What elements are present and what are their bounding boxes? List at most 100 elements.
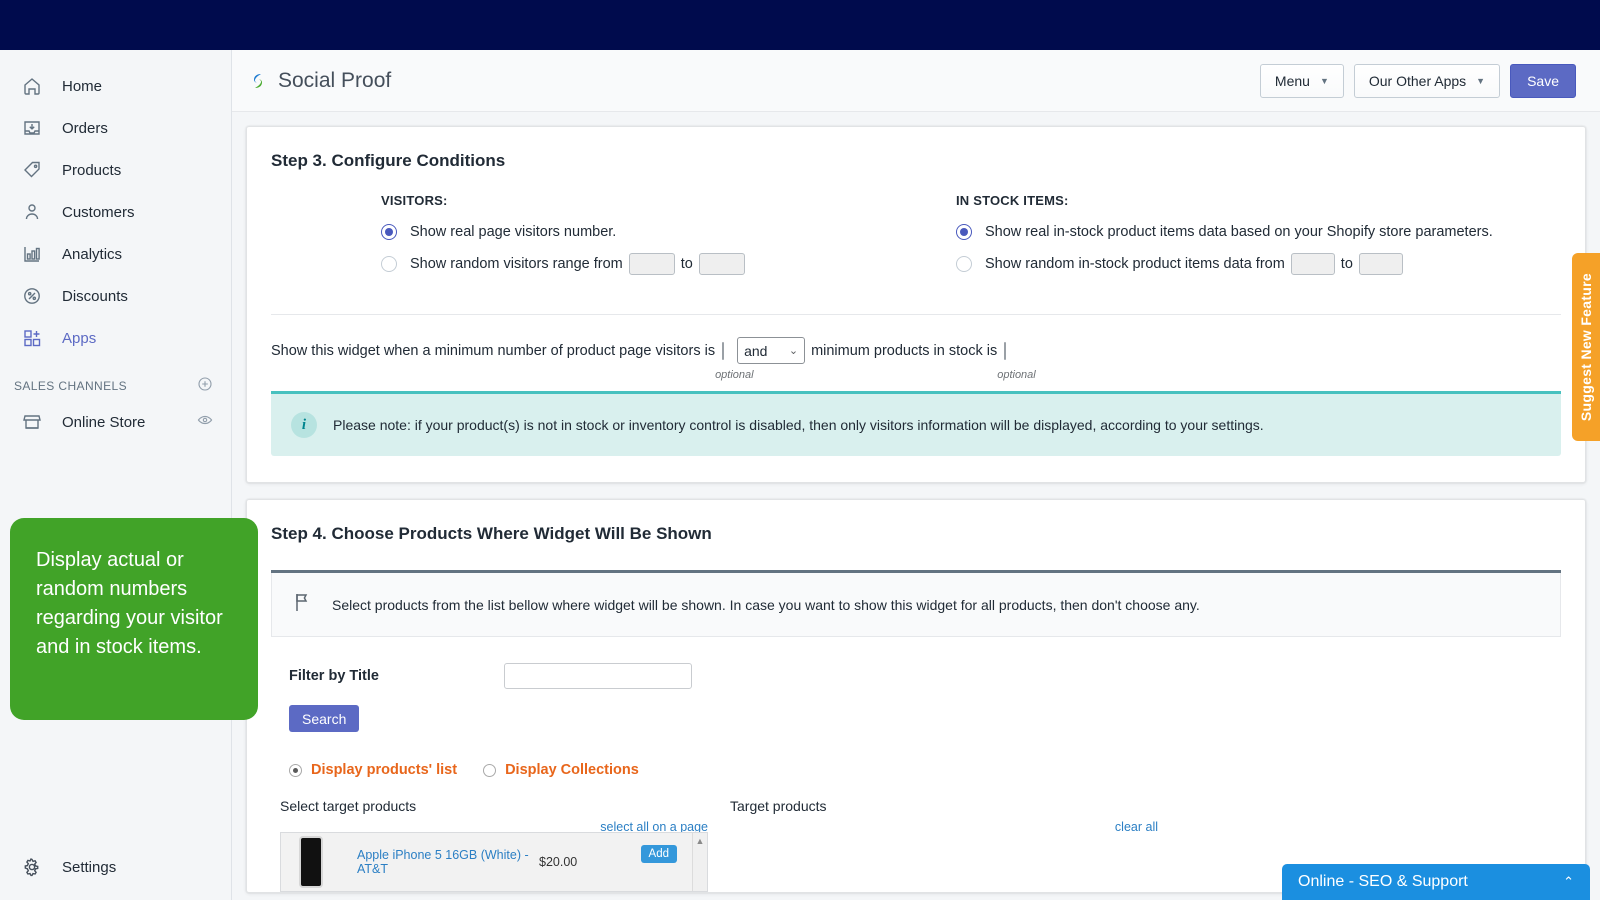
chat-widget-header[interactable]: Online - SEO & Support ⌃ [1282, 864, 1590, 900]
operator-select[interactable]: and ⌄ [737, 337, 805, 364]
eye-icon[interactable] [197, 412, 213, 432]
sidebar-item-label: Home [62, 78, 102, 95]
visitors-column: VISITORS: Show real page visitors number… [271, 193, 916, 288]
in-stock-range-from-input[interactable] [1291, 253, 1335, 275]
store-icon [20, 411, 44, 433]
sidebar-item-home[interactable]: Home [0, 70, 231, 102]
app-header: Social Proof Menu ▼ Our Other Apps ▼ Sav… [232, 50, 1600, 112]
chat-widget-label: Online - SEO & Support [1298, 873, 1468, 891]
in-stock-column: IN STOCK ITEMS: Show real in-stock produ… [916, 193, 1561, 288]
social-proof-logo [248, 71, 268, 91]
our-other-apps-button[interactable]: Our Other Apps ▼ [1354, 64, 1500, 98]
sidebar-item-online-store[interactable]: Online Store [0, 407, 231, 437]
source-product-list: Select target products select all on a p… [280, 798, 708, 892]
target-product-list: Target products clear all [730, 798, 1158, 892]
minimum-rule-prefix: Show this widget when a minimum number o… [271, 343, 715, 359]
visitors-range-to-input[interactable] [699, 253, 745, 275]
info-banner: i Please note: if your product(s) is not… [271, 391, 1561, 456]
step4-title: Step 4. Choose Products Where Widget Wil… [247, 500, 1585, 544]
analytics-icon [20, 243, 44, 265]
info-banner-text: Please note: if your product(s) is not i… [333, 417, 1264, 433]
filter-row: Filter by Title [247, 637, 1585, 689]
add-product-button[interactable]: Add [641, 845, 677, 863]
in-stock-option-random[interactable]: Show random in-stock product items data … [956, 253, 1561, 275]
chevron-up-icon[interactable]: ⌃ [1563, 874, 1574, 890]
feature-callout: Display actual or random numbers regardi… [10, 518, 258, 720]
sidebar-item-apps[interactable]: Apps [0, 322, 231, 354]
iphone-thumb [285, 834, 337, 890]
sales-channels-header: SALES CHANNELS [0, 376, 231, 395]
radio-in-stock-real[interactable] [956, 224, 972, 240]
scroll-up-arrow-icon[interactable]: ▲ [696, 836, 705, 891]
in-stock-range-to-label: to [1341, 256, 1353, 272]
radio-visitors-random[interactable] [381, 256, 397, 272]
display-mode-row: Display products' list Display Collectio… [247, 732, 1585, 778]
orders-icon [20, 117, 44, 139]
sidebar-item-products[interactable]: Products [0, 154, 231, 186]
customers-icon [20, 201, 44, 223]
step4-instructions-text: Select products from the list bellow whe… [332, 597, 1200, 613]
sidebar-item-settings[interactable]: Settings [0, 856, 136, 878]
target-list-title: Target products [730, 798, 1158, 814]
sidebar-item-discounts[interactable]: Discounts [0, 280, 231, 312]
visitors-option-random[interactable]: Show random visitors range from to [381, 253, 916, 275]
step4-card: Step 4. Choose Products Where Widget Wil… [246, 499, 1586, 893]
main-region: Social Proof Menu ▼ Our Other Apps ▼ Sav… [232, 50, 1600, 900]
visitors-range-from-input[interactable] [629, 253, 675, 275]
page-title: Social Proof [248, 69, 391, 93]
plus-circle-icon[interactable] [197, 376, 213, 395]
display-collections-label[interactable]: Display Collections [505, 762, 639, 778]
chevron-down-icon: ▼ [1320, 76, 1329, 86]
sales-channels-title: SALES CHANNELS [14, 379, 127, 393]
min-stock-input[interactable] [1004, 342, 1006, 360]
radio-in-stock-random[interactable] [956, 256, 972, 272]
sidebar-item-label: Discounts [62, 288, 128, 305]
list-item[interactable]: Apple iPhone 5 16GB (White) - AT&T $20.0… [280, 832, 708, 892]
product-price: $20.00 [539, 855, 577, 869]
radio-visitors-real[interactable] [381, 224, 397, 240]
info-icon: i [291, 412, 317, 438]
sidebar-item-analytics[interactable]: Analytics [0, 238, 231, 270]
product-name[interactable]: Apple iPhone 5 16GB (White) - AT&T [357, 848, 539, 876]
app-title-text: Social Proof [278, 69, 391, 93]
app-root: Home Orders Products Customers [0, 0, 1600, 900]
in-stock-range-to-input[interactable] [1359, 253, 1403, 275]
suggest-new-feature-label: Suggest New Feature [1578, 273, 1594, 421]
top-navigation-bar [0, 0, 1600, 50]
content-area: Step 3. Configure Conditions VISITORS: S… [232, 112, 1600, 893]
visitors-option-real[interactable]: Show real page visitors number. [381, 224, 916, 240]
min-visitors-input[interactable] [722, 342, 724, 360]
sidebar-item-label: Orders [62, 120, 108, 137]
feature-callout-text: Display actual or random numbers regardi… [36, 549, 223, 658]
menu-button[interactable]: Menu ▼ [1260, 64, 1344, 98]
clear-all-link[interactable]: clear all [1115, 820, 1158, 834]
radio-label: Show real page visitors number. [410, 224, 616, 240]
radio-label: Show real in-stock product items data ba… [985, 224, 1493, 240]
chevron-down-icon: ⌄ [789, 344, 798, 357]
radio-display-products-list[interactable] [289, 764, 302, 777]
radio-label: Show random in-stock product items data … [985, 256, 1285, 272]
search-button[interactable]: Search [289, 705, 359, 732]
conditions-grid: VISITORS: Show real page visitors number… [247, 171, 1585, 288]
sidebar-item-label: Customers [62, 204, 135, 221]
minimum-rule-row: Show this widget when a minimum number o… [247, 315, 1585, 364]
sidebar-item-label: Analytics [62, 246, 122, 263]
radio-display-collections[interactable] [483, 764, 496, 777]
display-products-list-label[interactable]: Display products' list [311, 762, 457, 778]
operator-select-value: and [744, 343, 767, 359]
sidebar-item-orders[interactable]: Orders [0, 112, 231, 144]
in-stock-option-real[interactable]: Show real in-stock product items data ba… [956, 224, 1561, 240]
product-list-scrollbar[interactable]: ▲ [692, 833, 707, 891]
visitors-label: VISITORS: [381, 193, 916, 208]
discounts-icon [20, 285, 44, 307]
sidebar-item-customers[interactable]: Customers [0, 196, 231, 228]
suggest-new-feature-tab[interactable]: Suggest New Feature [1572, 253, 1600, 441]
save-button[interactable]: Save [1510, 64, 1576, 98]
filter-by-title-input[interactable] [504, 663, 692, 689]
source-list-title: Select target products [280, 798, 708, 814]
min-visitors-hint: optional [715, 369, 731, 381]
flag-icon [292, 591, 314, 618]
sidebar-nav: Home Orders Products Customers [0, 50, 231, 354]
apps-icon [20, 327, 44, 349]
menu-button-label: Menu [1275, 73, 1310, 89]
